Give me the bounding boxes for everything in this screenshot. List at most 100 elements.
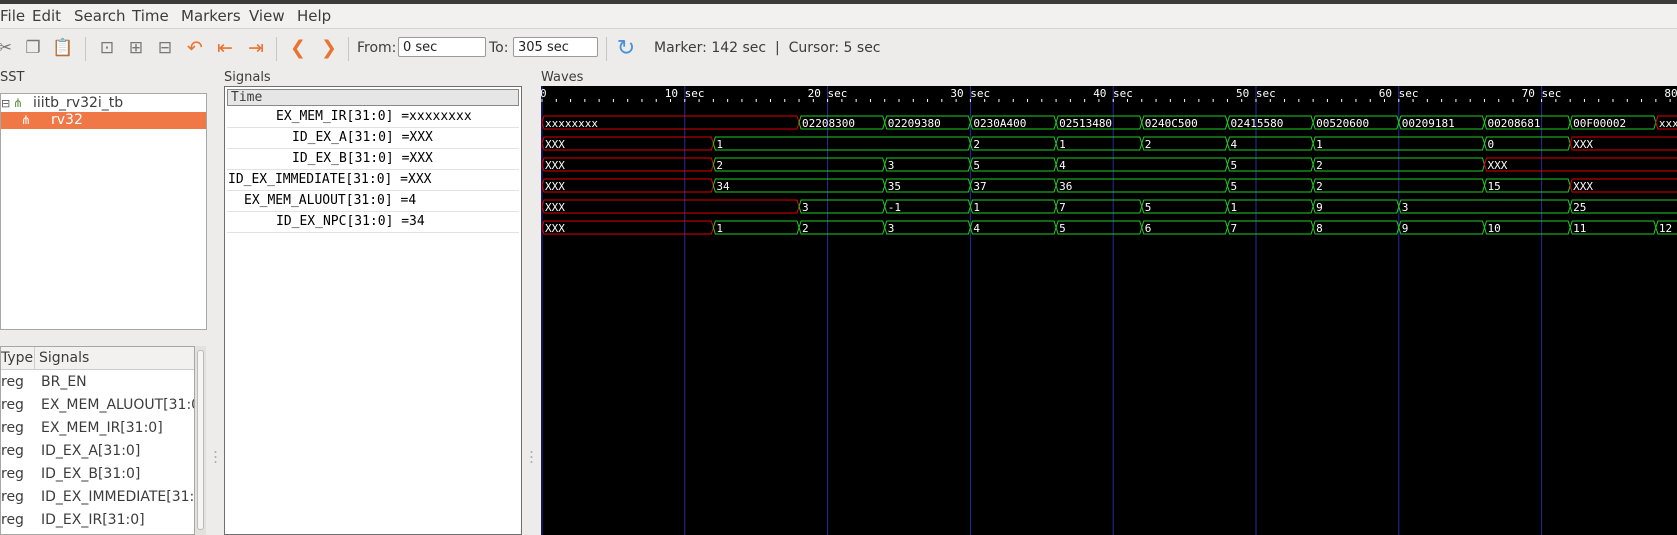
waveform-canvas[interactable]: 0 10 sec 20 sec 30 sec 40 sec 50 sec 60 sec 70 … bbox=[541, 86, 1677, 535]
signal-value-label: 5 bbox=[1230, 159, 1237, 172]
signal-name: ID_EX_IMMEDIATE[31:0 bbox=[41, 489, 195, 505]
waveform-view[interactable]: 0 10 sec 20 sec 30 sec 40 sec 50 sec 60 sec 70 … bbox=[541, 86, 1677, 535]
signal-row-id-ex-b[interactable]: ID_EX_B[31:0] =XXX bbox=[292, 149, 433, 169]
zoom-to-start-icon[interactable]: ⇤ bbox=[214, 37, 236, 59]
list-item[interactable]: reg EX_MEM_IR[31:0] bbox=[1, 417, 194, 439]
signal-value-label: 5 bbox=[1230, 180, 1237, 193]
sst-tree[interactable]: ⊟ ⋔ iiitb_rv32i_tb ⋔ rv32 bbox=[0, 93, 207, 330]
time-tick-label: 80 bbox=[1664, 87, 1677, 100]
list-item[interactable]: reg ID_EX_IMMEDIATE[31:0 bbox=[1, 486, 195, 508]
signal-value-label: 0230A400 bbox=[973, 117, 1026, 130]
signal-name: ID_EX_IR[31:0] bbox=[41, 512, 145, 528]
list-item[interactable]: reg ID_EX_B[31:0] bbox=[1, 463, 194, 485]
signal-list-scrollbar[interactable] bbox=[195, 346, 206, 535]
signal-value-segment bbox=[541, 178, 714, 193]
signal-name: EX_MEM_ALUOUT[31:0 bbox=[41, 397, 195, 413]
signal-value-segment bbox=[969, 220, 1057, 235]
signal-value-label: 1 bbox=[973, 201, 980, 214]
menu-time[interactable]: Time bbox=[132, 7, 169, 25]
signal-type: reg bbox=[1, 397, 24, 413]
signal-value-label: XXX bbox=[545, 222, 565, 235]
signal-row-ex-mem-ir[interactable]: EX_MEM_IR[31:0] =xxxxxxxx bbox=[276, 107, 472, 127]
list-item[interactable]: reg EX_MEM_ALUOUT[31:0 bbox=[1, 394, 195, 416]
signal-row-id-ex-npc[interactable]: ID_EX_NPC[31:0] =34 bbox=[276, 212, 425, 232]
signal-value-label: 1 bbox=[1059, 138, 1066, 151]
paste-icon[interactable]: 📋 bbox=[52, 37, 74, 59]
list-item[interactable]: reg BR_EN bbox=[1, 371, 194, 393]
signal-value-label: 4 bbox=[973, 222, 980, 235]
menu-view[interactable]: View bbox=[249, 7, 285, 25]
signal-value-label: 10 bbox=[1487, 222, 1500, 235]
signal-value-label: 2 bbox=[1145, 138, 1152, 151]
menu-markers[interactable]: Markers bbox=[181, 7, 241, 25]
menu-help[interactable]: Help bbox=[297, 7, 331, 25]
menu-edit[interactable]: Edit bbox=[32, 7, 61, 25]
signal-row-ex-mem-aluout[interactable]: EX_MEM_ALUOUT[31:0] =4 bbox=[244, 191, 416, 211]
tree-expander-icon[interactable]: ⊟ bbox=[1, 95, 10, 112]
time-tick-label: 30 sec bbox=[950, 87, 990, 100]
pane-resize-grip[interactable] bbox=[214, 448, 217, 478]
signal-value-label: 02208300 bbox=[802, 117, 855, 130]
signal-value-label: 0 bbox=[1487, 138, 1494, 151]
signal-value-label: xxxxxxxx bbox=[1659, 117, 1677, 130]
signal-row-id-ex-a[interactable]: ID_EX_A[31:0] =XXX bbox=[292, 128, 433, 148]
signal-value-label: 4 bbox=[1059, 159, 1066, 172]
signal-value-segment bbox=[798, 220, 886, 235]
toolbar-separator bbox=[348, 37, 349, 61]
to-label: To: bbox=[489, 40, 509, 56]
signal-type: reg bbox=[1, 420, 24, 436]
zoom-in-icon[interactable]: ⊞ bbox=[125, 37, 147, 59]
tree-item-iiitb-rv32i-tb[interactable]: ⊟ ⋔ iiitb_rv32i_tb bbox=[1, 95, 206, 112]
signals-panel-title: Signals bbox=[224, 70, 271, 85]
scrollbar-thumb[interactable] bbox=[197, 350, 204, 530]
signal-value-label: 5 bbox=[1145, 201, 1152, 214]
zoom-out-icon[interactable]: ⊟ bbox=[154, 37, 176, 59]
signal-value-label: 3 bbox=[1402, 201, 1409, 214]
signal-value-label: 00208681 bbox=[1487, 117, 1540, 130]
signal-value-label: 7 bbox=[1230, 222, 1237, 235]
signal-value-label: 35 bbox=[888, 180, 901, 193]
signal-value-label: 6 bbox=[1145, 222, 1152, 235]
signal-value-segment bbox=[969, 199, 1057, 214]
signal-type-list[interactable]: Type Signals reg BR_EN reg EX_MEM_ALUOUT[3… bbox=[0, 346, 195, 535]
signal-value-label: 1 bbox=[716, 138, 723, 151]
toolbar-separator bbox=[606, 37, 607, 61]
pane-resize-grip[interactable] bbox=[530, 448, 533, 478]
prev-page-icon[interactable]: ❮ bbox=[287, 37, 309, 59]
next-page-icon[interactable]: ❯ bbox=[318, 37, 340, 59]
reload-icon[interactable]: ↻ bbox=[615, 36, 637, 61]
cut-icon[interactable]: ✂ bbox=[0, 37, 16, 59]
signal-value-label: 2 bbox=[716, 159, 723, 172]
column-divider bbox=[34, 347, 35, 369]
from-time-input[interactable]: 0 sec bbox=[398, 37, 486, 57]
menu-file[interactable]: File bbox=[0, 7, 25, 25]
signals-pane[interactable]: Time EX_MEM_IR[31:0] =xxxxxxxx ID_EX_A[3… bbox=[224, 86, 522, 535]
from-label: From: bbox=[357, 40, 397, 56]
undo-zoom-icon[interactable]: ↶ bbox=[184, 37, 206, 59]
zoom-fit-icon[interactable]: ⊡ bbox=[96, 37, 118, 59]
signal-value-label: 2 bbox=[802, 222, 809, 235]
signal-value-label: 1 bbox=[716, 222, 723, 235]
signal-value-label: XXX bbox=[545, 159, 565, 172]
column-header-signals[interactable]: Signals bbox=[39, 350, 89, 366]
signal-value-label: 3 bbox=[888, 159, 895, 172]
list-item[interactable]: reg ID_EX_A[31:0] bbox=[1, 440, 194, 462]
module-icon: ⋔ bbox=[21, 113, 32, 127]
signal-value-label: 02415580 bbox=[1230, 117, 1283, 130]
list-item[interactable]: reg ID_EX_IR[31:0] bbox=[1, 509, 194, 531]
signal-row-id-ex-immediate[interactable]: ID_EX_IMMEDIATE[31:0] =XXX bbox=[228, 170, 432, 190]
signal-value-segment bbox=[1226, 136, 1314, 151]
tree-item-rv32[interactable]: ⋔ rv32 bbox=[1, 112, 206, 129]
to-time-input[interactable]: 305 sec bbox=[513, 37, 598, 57]
signal-value-segment bbox=[1055, 199, 1143, 214]
copy-icon[interactable]: ❐ bbox=[22, 37, 44, 59]
signal-value-segment bbox=[1226, 199, 1314, 214]
signal-value-segment bbox=[1055, 178, 1228, 193]
signal-value-segment bbox=[1141, 220, 1228, 235]
menu-search[interactable]: Search bbox=[74, 7, 126, 25]
signal-value-segment bbox=[712, 157, 886, 172]
zoom-to-end-icon[interactable]: ⇥ bbox=[245, 37, 267, 59]
signal-name: EX_MEM_IR[31:0] bbox=[41, 420, 163, 436]
column-header-type[interactable]: Type bbox=[1, 350, 33, 366]
signal-value-segment bbox=[1483, 136, 1571, 151]
